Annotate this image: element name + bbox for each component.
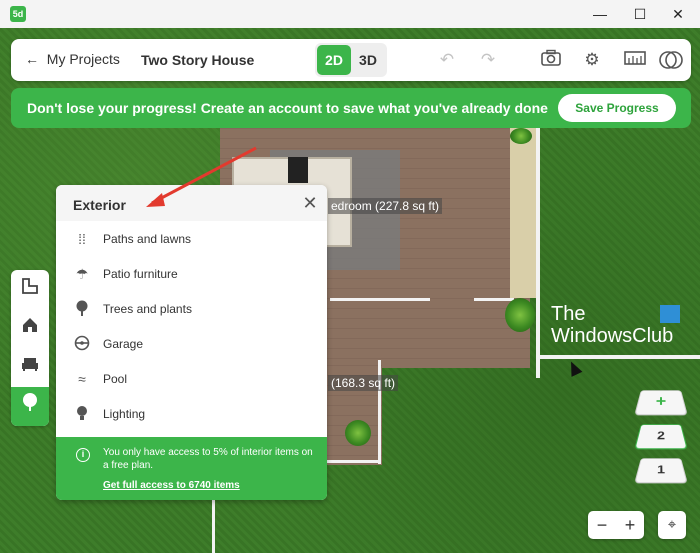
annotation-arrow xyxy=(146,146,257,207)
zoom-in-button[interactable]: + xyxy=(616,511,644,539)
zoom-controls: − + xyxy=(588,511,644,539)
watermark-logo-icon xyxy=(660,305,680,323)
zoom-out-button[interactable]: − xyxy=(588,511,616,539)
watermark: The WindowsClub xyxy=(551,303,673,347)
watermark-line1: The xyxy=(551,303,586,325)
locate-icon[interactable]: ⌖ xyxy=(658,511,686,539)
watermark-line2: WindowsClub xyxy=(551,325,674,347)
